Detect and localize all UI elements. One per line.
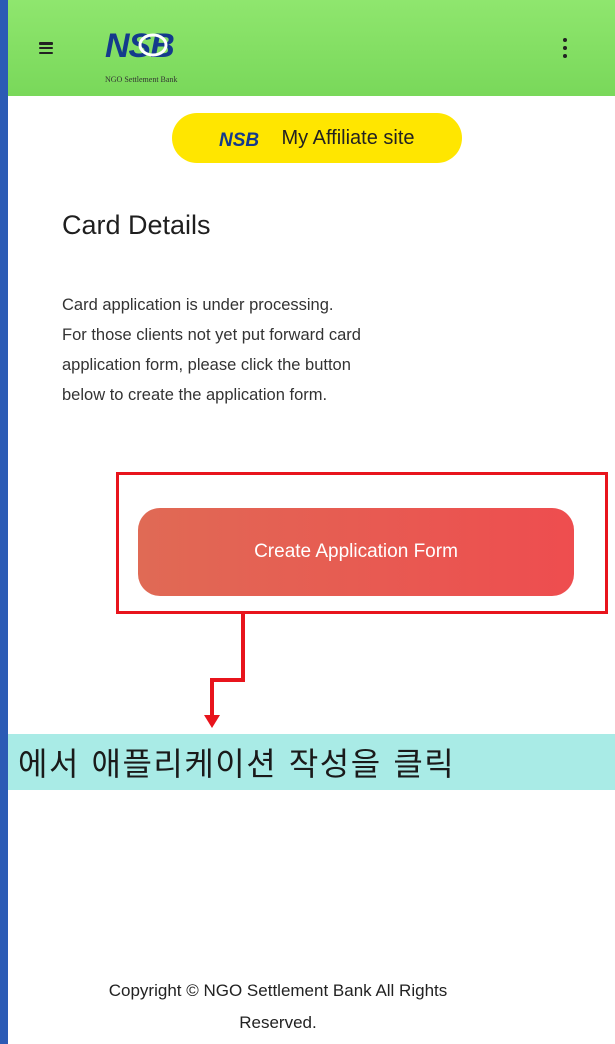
- create-application-form-button[interactable]: Create Application Form: [138, 508, 574, 596]
- kebab-more-icon[interactable]: [562, 38, 568, 58]
- affiliate-label: My Affiliate site: [281, 126, 415, 149]
- affiliate-logo-icon: NSB: [219, 130, 259, 150]
- nsb-logo[interactable]: NSB NGO Settlement Bank: [105, 25, 215, 97]
- logo-mark: NSB: [105, 27, 175, 65]
- annotation-arrow-line: [210, 678, 245, 682]
- description-line: For those clients not yet put forward ca…: [62, 326, 361, 344]
- page-title: Card Details: [62, 210, 211, 240]
- top-bar: NSB NGO Settlement Bank: [8, 0, 615, 96]
- my-affiliate-site-button[interactable]: NSB My Affiliate site: [172, 113, 462, 163]
- copyright-line: Reserved.: [239, 1013, 317, 1032]
- annotation-text: 에서 애플리케이션 작성을 클릭: [18, 745, 456, 783]
- description-line: application form, please click the butto…: [62, 356, 351, 374]
- hamburger-menu-icon[interactable]: [39, 42, 53, 54]
- affiliate-logo-text: NSB: [219, 130, 259, 150]
- description-line: Card application is under processing.: [62, 296, 334, 314]
- footer-copyright: Copyright © NGO Settlement Bank All Righ…: [8, 975, 548, 1039]
- app-frame: NSB NGO Settlement Bank NSB My Affiliate…: [8, 0, 615, 1044]
- copyright-line: Copyright © NGO Settlement Bank All Righ…: [108, 981, 448, 1000]
- logo-subtitle: NGO Settlement Bank: [105, 75, 178, 84]
- card-description: Card application is under processing. Fo…: [62, 290, 502, 410]
- description-line: below to create the application form.: [62, 386, 328, 404]
- annotation-banner: 에서 애플리케이션 작성을 클릭: [8, 734, 615, 790]
- annotation-arrow-line: [210, 678, 214, 718]
- arrow-down-icon: [204, 715, 220, 728]
- annotation-arrow-line: [241, 612, 245, 682]
